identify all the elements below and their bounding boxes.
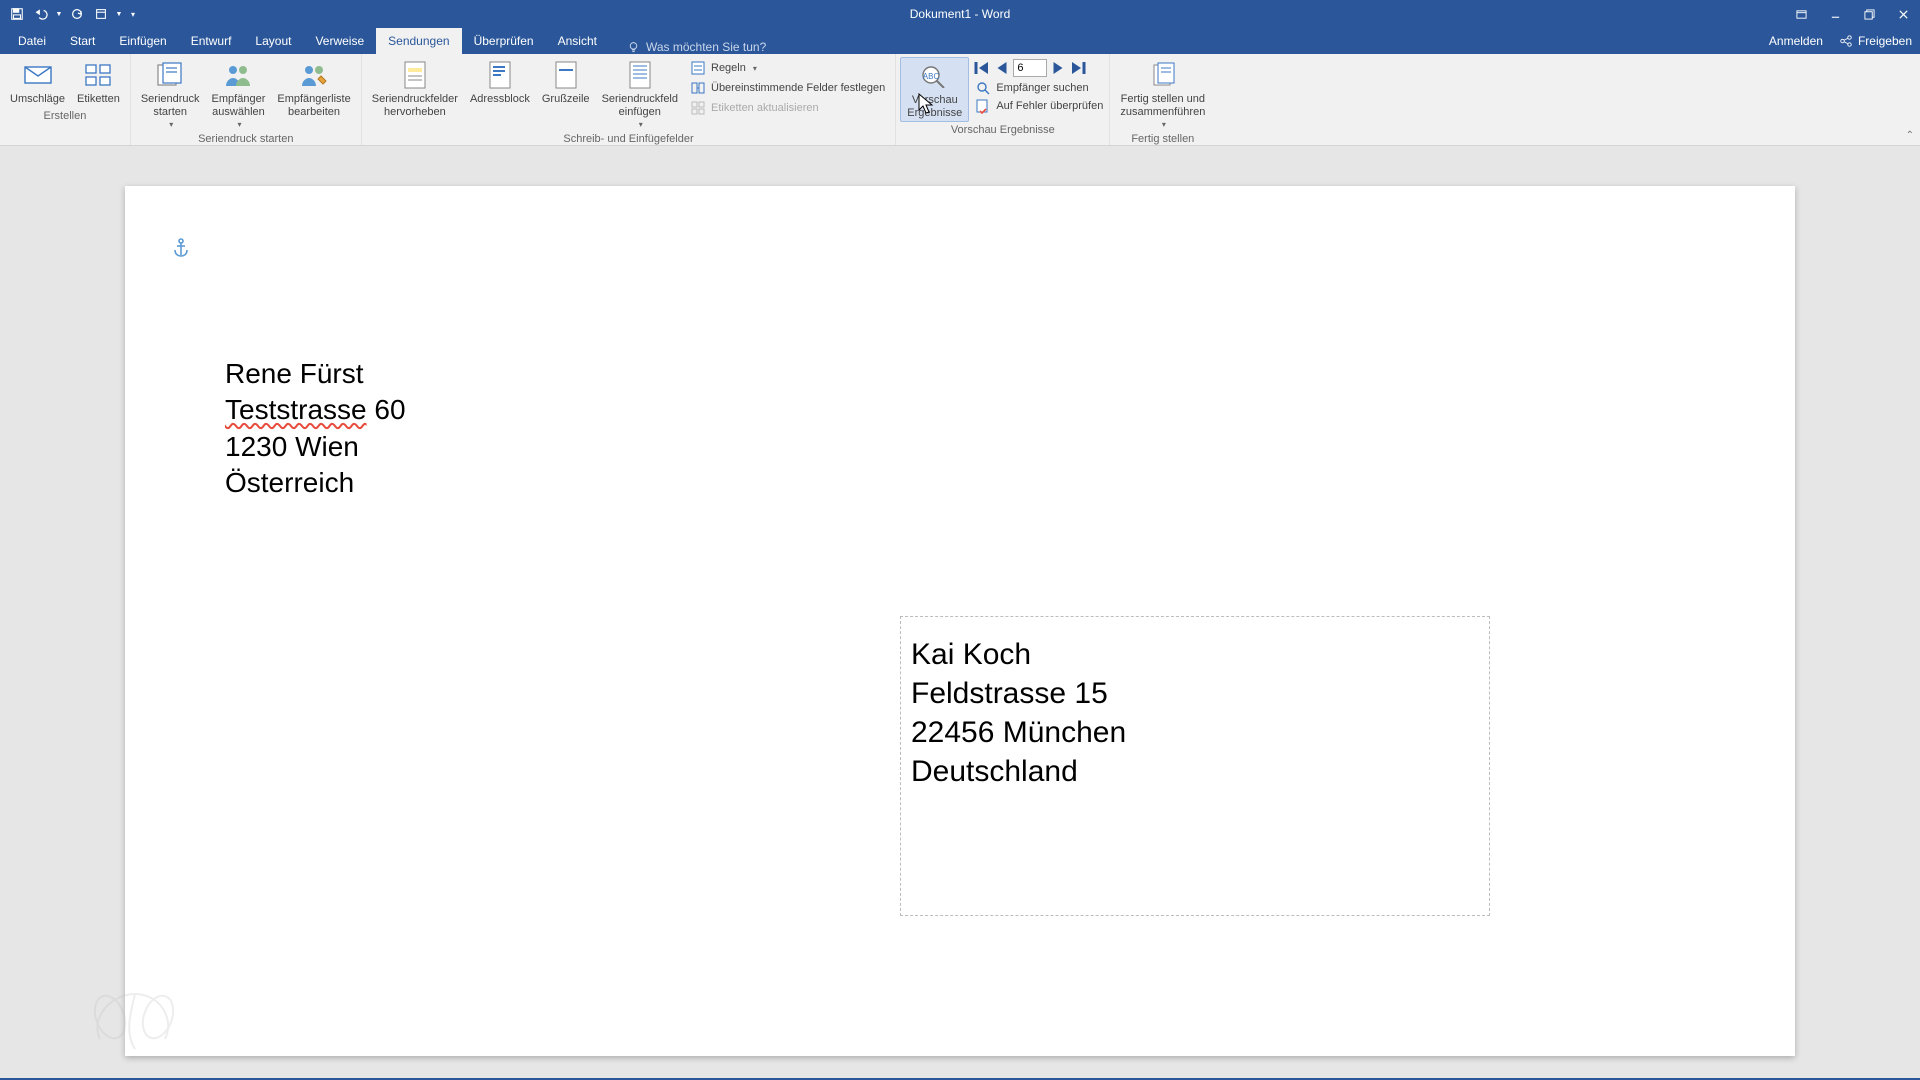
regeln-button[interactable]: Regeln▾ (688, 59, 887, 77)
greeting-line-icon (550, 59, 582, 91)
svg-text:ABC: ABC (923, 72, 940, 81)
recipients-icon (222, 59, 254, 91)
search-icon (975, 80, 991, 96)
tab-insert[interactable]: Einfügen (107, 28, 178, 54)
labels-icon (82, 59, 114, 91)
update-labels-icon (690, 100, 706, 116)
ribbon-tabs: Datei Start Einfügen Entwurf Layout Verw… (0, 28, 1920, 54)
window-title: Dokument1 - Word (910, 7, 1010, 21)
tab-references[interactable]: Verweise (303, 28, 376, 54)
quick-access-toolbar: ▼ ▼ ▾ (0, 3, 140, 25)
sender-city: 1230 Wien (225, 429, 406, 465)
sender-street: Teststrasse 60 (225, 392, 406, 428)
recipient-country: Deutschland (911, 752, 1479, 791)
touch-mode-icon[interactable] (90, 3, 112, 25)
preview-results-icon: ABC (919, 60, 951, 92)
umschlaege-button[interactable]: Umschläge (4, 57, 71, 108)
tell-me-placeholder: Was möchten Sie tun? (646, 40, 766, 54)
recipient-name: Kai Koch (911, 635, 1479, 674)
group-schreib: Seriendruckfelder hervorheben Adressbloc… (362, 54, 897, 145)
envelope-icon (22, 59, 54, 91)
recipient-street: Feldstrasse 15 (911, 674, 1479, 713)
error-check-icon (975, 98, 991, 114)
window-controls (1784, 0, 1920, 28)
record-nav (969, 57, 1105, 79)
finish-merge-icon (1147, 59, 1179, 91)
prev-record-icon[interactable] (993, 59, 1011, 77)
group-label-vorschau: Vorschau Ergebnisse (900, 122, 1105, 139)
sender-address[interactable]: Rene Fürst Teststrasse 60 1230 Wien Öste… (225, 356, 406, 502)
record-number-input[interactable] (1013, 59, 1047, 77)
share-icon (1839, 34, 1853, 48)
first-record-icon[interactable] (973, 59, 991, 77)
rules-icon (690, 60, 706, 76)
lightbulb-icon (627, 41, 640, 54)
document-page[interactable]: Rene Fürst Teststrasse 60 1230 Wien Öste… (125, 186, 1795, 1056)
felder-festlegen-button[interactable]: Übereinstimmende Felder festlegen (688, 79, 887, 97)
mailmerge-start-icon (154, 59, 186, 91)
ribbon: Umschläge Etiketten Erstellen Seriendruc… (0, 54, 1920, 146)
undo-icon[interactable] (30, 3, 52, 25)
empfaengerliste-bearbeiten-button[interactable]: Empfängerliste bearbeiten (271, 57, 356, 120)
close-icon[interactable] (1886, 0, 1920, 28)
tab-start[interactable]: Start (58, 28, 107, 54)
anchor-icon (173, 238, 189, 263)
collapse-ribbon-icon[interactable]: ⌃ (1906, 130, 1914, 141)
address-block-icon (484, 59, 516, 91)
sender-country: Österreich (225, 465, 406, 501)
tab-design[interactable]: Entwurf (179, 28, 244, 54)
watermark-icon (80, 979, 190, 1064)
vorschau-ergebnisse-button[interactable]: ABC Vorschau Ergebnisse (900, 57, 969, 122)
ribbon-display-icon[interactable] (1784, 0, 1818, 28)
last-record-icon[interactable] (1069, 59, 1087, 77)
group-label-erstellen: Erstellen (4, 108, 126, 125)
group-erstellen: Umschläge Etiketten Erstellen (0, 54, 131, 145)
empfaenger-auswaehlen-button[interactable]: Empfänger auswählen▾ (206, 57, 272, 131)
seriendruckfeld-einfuegen-button[interactable]: Seriendruckfeld einfügen▾ (596, 57, 684, 131)
tab-layout[interactable]: Layout (243, 28, 303, 54)
tab-file[interactable]: Datei (6, 28, 58, 54)
fehler-ueberpruefen-button[interactable]: Auf Fehler überprüfen (969, 97, 1105, 115)
grusszeile-button[interactable]: Grußzeile (536, 57, 596, 108)
highlight-fields-icon (399, 59, 431, 91)
minimize-icon[interactable] (1818, 0, 1852, 28)
share-button[interactable]: Freigeben (1839, 34, 1912, 48)
titlebar: ▼ ▼ ▾ Dokument1 - Word (0, 0, 1920, 28)
fertig-stellen-button[interactable]: Fertig stellen und zusammenführen▾ (1114, 57, 1211, 131)
recipient-textbox[interactable]: Kai Koch Feldstrasse 15 22456 München De… (900, 616, 1490, 916)
insert-field-icon (624, 59, 656, 91)
recipient-city: 22456 München (911, 713, 1479, 752)
tab-view[interactable]: Ansicht (546, 28, 609, 54)
edit-recipients-icon (298, 59, 330, 91)
group-fertig: Fertig stellen und zusammenführen▾ Ferti… (1110, 54, 1215, 145)
etiketten-button[interactable]: Etiketten (71, 57, 126, 108)
tab-mailings[interactable]: Sendungen (376, 28, 461, 54)
signin-link[interactable]: Anmelden (1769, 34, 1823, 48)
seriendruck-starten-button[interactable]: Seriendruck starten▾ (135, 57, 206, 131)
save-icon[interactable] (6, 3, 28, 25)
sender-name: Rene Fürst (225, 356, 406, 392)
redo-icon[interactable] (66, 3, 88, 25)
tell-me-search[interactable]: Was möchten Sie tun? (627, 40, 766, 54)
next-record-icon[interactable] (1049, 59, 1067, 77)
qat-customize-icon[interactable]: ▾ (126, 3, 140, 25)
match-fields-icon (690, 80, 706, 96)
empfaenger-suchen-button[interactable]: Empfänger suchen (969, 79, 1105, 97)
group-vorschau: ABC Vorschau Ergebnisse Empfänger suchen (896, 54, 1110, 145)
tab-review[interactable]: Überprüfen (462, 28, 546, 54)
group-seriendruck-starten: Seriendruck starten▾ Empfänger auswählen… (131, 54, 362, 145)
workspace: Rene Fürst Teststrasse 60 1230 Wien Öste… (0, 146, 1920, 1078)
etiketten-aktualisieren-button: Etiketten aktualisieren (688, 99, 887, 117)
account-links: Anmelden Freigeben (1769, 28, 1912, 54)
restore-icon[interactable] (1852, 0, 1886, 28)
adressblock-button[interactable]: Adressblock (464, 57, 536, 108)
undo-dropdown-icon[interactable]: ▼ (54, 3, 64, 25)
hervorheben-button[interactable]: Seriendruckfelder hervorheben (366, 57, 464, 120)
touch-dropdown-icon[interactable]: ▼ (114, 3, 124, 25)
